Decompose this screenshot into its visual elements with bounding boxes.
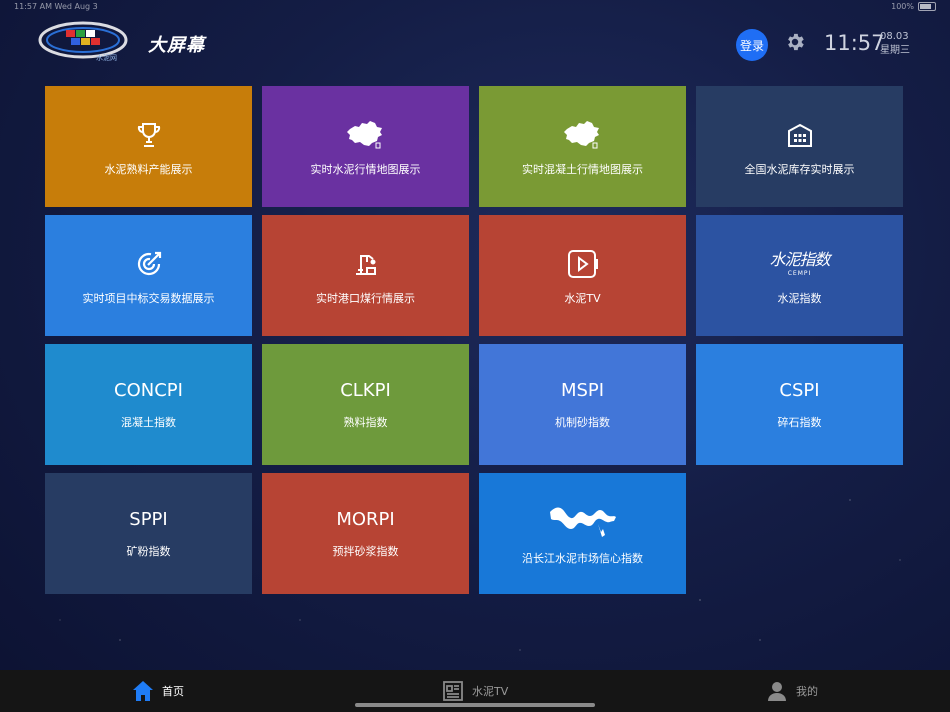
news-icon bbox=[442, 680, 464, 702]
tile-concpi[interactable]: CONCPI 混凝土指数 bbox=[45, 344, 252, 465]
crane-icon bbox=[352, 246, 380, 282]
tile-cement-index[interactable]: 水泥指数 CEMPI 水泥指数 bbox=[696, 215, 903, 336]
weekday: 星期三 bbox=[880, 45, 910, 56]
tile-label: 水泥指数 bbox=[777, 291, 822, 305]
tile-label: 机制砂指数 bbox=[555, 416, 610, 429]
home-indicator bbox=[355, 703, 595, 707]
cement-index-logo: 水泥指数 CEMPI bbox=[769, 246, 830, 282]
user-icon bbox=[766, 680, 788, 702]
tile-index-code: MSPI bbox=[560, 380, 605, 401]
china-map-icon bbox=[563, 117, 603, 153]
tile-index-code: MORPI bbox=[336, 509, 395, 530]
tile-sppi[interactable]: SPPI 矿粉指数 bbox=[45, 473, 252, 594]
tab-bar: 首页 水泥TV 我的 bbox=[0, 670, 950, 712]
brand-title: 大屏幕 bbox=[148, 35, 205, 56]
battery-icon bbox=[918, 2, 936, 11]
tile-cement-inventory[interactable]: 全国水泥库存实时展示 bbox=[696, 86, 903, 207]
tab-cement-tv-label: 水泥TV bbox=[472, 685, 509, 698]
tile-label: 熟料指数 bbox=[343, 416, 388, 429]
tile-label: 实时混凝土行情地图展示 bbox=[522, 162, 643, 176]
app-logo: 水泥网 bbox=[38, 16, 133, 64]
tile-label: 全国水泥库存实时展示 bbox=[744, 162, 855, 176]
tile-concrete-price-map[interactable]: 实时混凝土行情地图展示 bbox=[479, 86, 686, 207]
tab-mine-label: 我的 bbox=[796, 685, 818, 698]
gear-icon[interactable] bbox=[784, 31, 806, 53]
tile-mspi[interactable]: MSPI 机制砂指数 bbox=[479, 344, 686, 465]
tile-label: 实时水泥行情地图展示 bbox=[310, 162, 421, 176]
tile-index-code: CSPI bbox=[779, 380, 820, 401]
tile-clinker-capacity[interactable]: 水泥熟料产能展示 bbox=[45, 86, 252, 207]
clock-time: 11:57 bbox=[824, 31, 885, 55]
date-value: 08.03 bbox=[880, 31, 909, 42]
target-icon bbox=[134, 246, 164, 282]
cement-index-logo-sub: CEMPI bbox=[787, 269, 812, 277]
tile-project-bidding[interactable]: 实时项目中标交易数据展示 bbox=[45, 215, 252, 336]
tab-home-label: 首页 bbox=[162, 685, 184, 698]
tile-label: 碎石指数 bbox=[777, 416, 822, 429]
tile-label: 水泥TV bbox=[564, 291, 601, 305]
tile-clkpi[interactable]: CLKPI 熟料指数 bbox=[262, 344, 469, 465]
tile-label: 水泥熟料产能展示 bbox=[104, 162, 193, 176]
tile-label: 沿长江水泥市场信心指数 bbox=[522, 551, 643, 565]
clock-date: 08.03 星期三 bbox=[880, 30, 910, 58]
tile-cement-tv[interactable]: 水泥TV bbox=[479, 215, 686, 336]
header: 水泥网 大屏幕 登录 11:57 08.03 星期三 bbox=[0, 14, 950, 74]
trophy-icon bbox=[136, 117, 162, 153]
status-battery: 100% bbox=[891, 2, 936, 11]
home-icon bbox=[132, 680, 154, 702]
tile-index-code: SPPI bbox=[129, 509, 168, 530]
yangtze-river-icon bbox=[548, 502, 618, 542]
status-bar: 11:57 AM Wed Aug 3 100% bbox=[0, 0, 950, 14]
logo-text: 水泥网 bbox=[96, 53, 117, 62]
tab-home[interactable]: 首页 bbox=[132, 670, 184, 712]
tile-yangtze-confidence[interactable]: 沿长江水泥市场信心指数 bbox=[479, 473, 686, 594]
login-button[interactable]: 登录 bbox=[736, 29, 768, 61]
tile-cement-price-map[interactable]: 实时水泥行情地图展示 bbox=[262, 86, 469, 207]
warehouse-icon bbox=[786, 117, 814, 153]
tile-port-coal[interactable]: 实时港口煤行情展示 bbox=[262, 215, 469, 336]
china-map-icon bbox=[346, 117, 386, 153]
tile-morpi[interactable]: MORPI 预拌砂浆指数 bbox=[262, 473, 469, 594]
tile-label: 实时港口煤行情展示 bbox=[316, 291, 415, 305]
tile-cspi[interactable]: CSPI 碎石指数 bbox=[696, 344, 903, 465]
tile-index-code: CLKPI bbox=[340, 380, 391, 401]
battery-percent: 100% bbox=[891, 2, 914, 11]
tile-index-code: CONCPI bbox=[114, 380, 183, 401]
tab-mine[interactable]: 我的 bbox=[766, 670, 818, 712]
tile-label: 混凝土指数 bbox=[121, 416, 176, 429]
tile-label: 实时项目中标交易数据展示 bbox=[82, 291, 215, 305]
status-time: 11:57 AM Wed Aug 3 bbox=[14, 2, 98, 11]
tile-label: 预拌砂浆指数 bbox=[332, 545, 399, 558]
video-play-icon bbox=[566, 246, 600, 282]
cement-index-logo-text: 水泥指数 bbox=[769, 249, 830, 269]
tile-label: 矿粉指数 bbox=[126, 545, 171, 558]
